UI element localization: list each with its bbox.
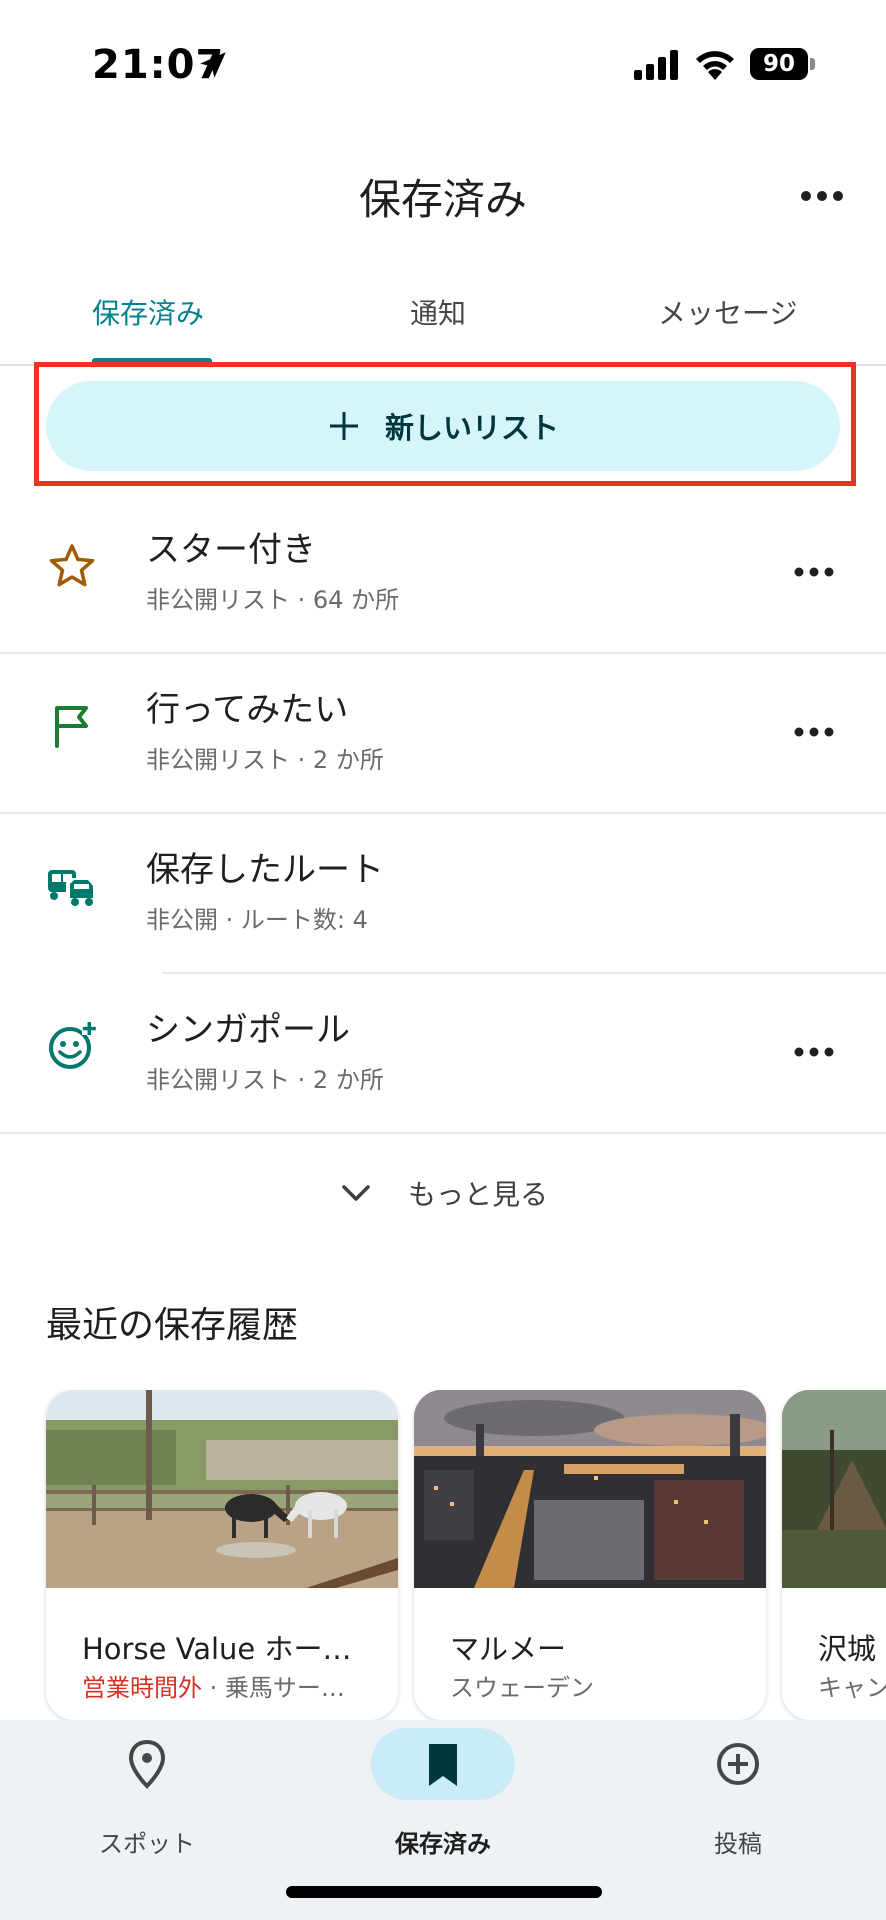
bookmark-icon: [429, 1744, 457, 1786]
chevron-down-icon: [342, 1185, 370, 1201]
status-closed: 営業時間外: [82, 1674, 202, 1702]
card-title: Horse Value ホー…: [82, 1632, 352, 1666]
card-title: マルメー: [450, 1632, 567, 1666]
list-subtitle: 非公開 · ルート数: 4: [146, 906, 368, 934]
list-item-starred[interactable]: スター付き 非公開リスト · 64 か所: [0, 492, 886, 652]
nav-label: スポット: [99, 1830, 195, 1858]
recent-card-sawashiro[interactable]: 沢城 キャン: [782, 1390, 886, 1720]
list-title: シンガポール: [146, 1010, 350, 1050]
nav-explore[interactable]: スポット: [37, 1720, 257, 1880]
new-list-label: 新しいリスト: [384, 411, 559, 445]
card-photo-horses: [46, 1390, 398, 1588]
recent-saves-title: 最近の保存履歴: [46, 1305, 299, 1346]
route-vehicles-icon: [48, 870, 96, 906]
wifi-icon: [696, 51, 734, 80]
show-more-button[interactable]: もっと見る: [0, 1158, 886, 1228]
list-item-singapore[interactable]: シンガポール 非公開リスト · 2 か所: [0, 972, 886, 1132]
list-subtitle: 非公開リスト · 64 か所: [146, 586, 400, 614]
nav-label: 投稿: [714, 1830, 762, 1858]
tab-notifications[interactable]: 通知: [410, 292, 466, 332]
list-item-saved-routes[interactable]: 保存したルート 非公開 · ルート数: 4: [0, 812, 886, 972]
battery-indicator: 90: [750, 48, 808, 80]
smiley-plus-icon: [49, 1021, 96, 1069]
list-subtitle: 非公開リスト · 2 か所: [146, 1066, 384, 1094]
card-photo-camp: [782, 1390, 886, 1588]
list-title: 保存したルート: [146, 850, 384, 890]
tab-messages[interactable]: メッセージ: [658, 292, 797, 332]
show-more-label: もっと見る: [407, 1178, 548, 1211]
nav-contribute[interactable]: 投稿: [628, 1720, 848, 1880]
status-bar: 21:07 90: [0, 0, 886, 130]
recent-card-horse-value[interactable]: Horse Value ホー… 営業時間外 · 乗馬サー…: [46, 1390, 398, 1720]
location-pin-icon: [128, 1739, 166, 1789]
card-subtitle: スウェーデン: [450, 1674, 594, 1702]
home-indicator: [286, 1886, 602, 1898]
list-title: 行ってみたい: [146, 690, 349, 730]
flag-icon: [55, 706, 88, 748]
page-title: 保存済み: [358, 175, 527, 224]
recent-saves-carousel[interactable]: Horse Value ホー… 営業時間外 · 乗馬サー… マルメー スウェーデ…: [0, 1390, 886, 1720]
nav-label: 保存済み: [395, 1830, 491, 1858]
card-category: · 乗馬サー…: [209, 1674, 345, 1702]
plus-icon: [329, 412, 358, 440]
card-title: 沢城: [818, 1632, 877, 1666]
card-subtitle: 営業時間外 · 乗馬サー…: [82, 1668, 345, 1703]
list-subtitle: 非公開リスト · 2 か所: [146, 746, 384, 774]
nav-saved[interactable]: 保存済み: [333, 1720, 553, 1880]
card-subtitle: キャン: [818, 1674, 886, 1702]
divider: [0, 1132, 886, 1134]
battery-tip: [810, 58, 815, 70]
list-item-want-to-go[interactable]: 行ってみたい 非公開リスト · 2 か所: [0, 652, 886, 812]
more-options-icon[interactable]: [790, 554, 838, 590]
more-options-icon[interactable]: [790, 1034, 838, 1070]
more-options-icon[interactable]: [790, 714, 838, 750]
tab-saved[interactable]: 保存済み: [92, 292, 204, 332]
list-title: スター付き: [146, 530, 316, 570]
tab-bar: 保存済み 通知 メッセージ: [0, 270, 886, 366]
more-options-icon[interactable]: [796, 176, 848, 216]
location-arrow-icon: [200, 52, 226, 78]
recent-card-malmo[interactable]: マルメー スウェーデン: [414, 1390, 766, 1720]
new-list-button[interactable]: 新しいリスト: [46, 381, 840, 471]
card-photo-city: [414, 1390, 766, 1588]
star-icon: [49, 544, 95, 587]
add-circle-icon: [717, 1743, 759, 1785]
cell-signal-icon: [634, 50, 678, 80]
